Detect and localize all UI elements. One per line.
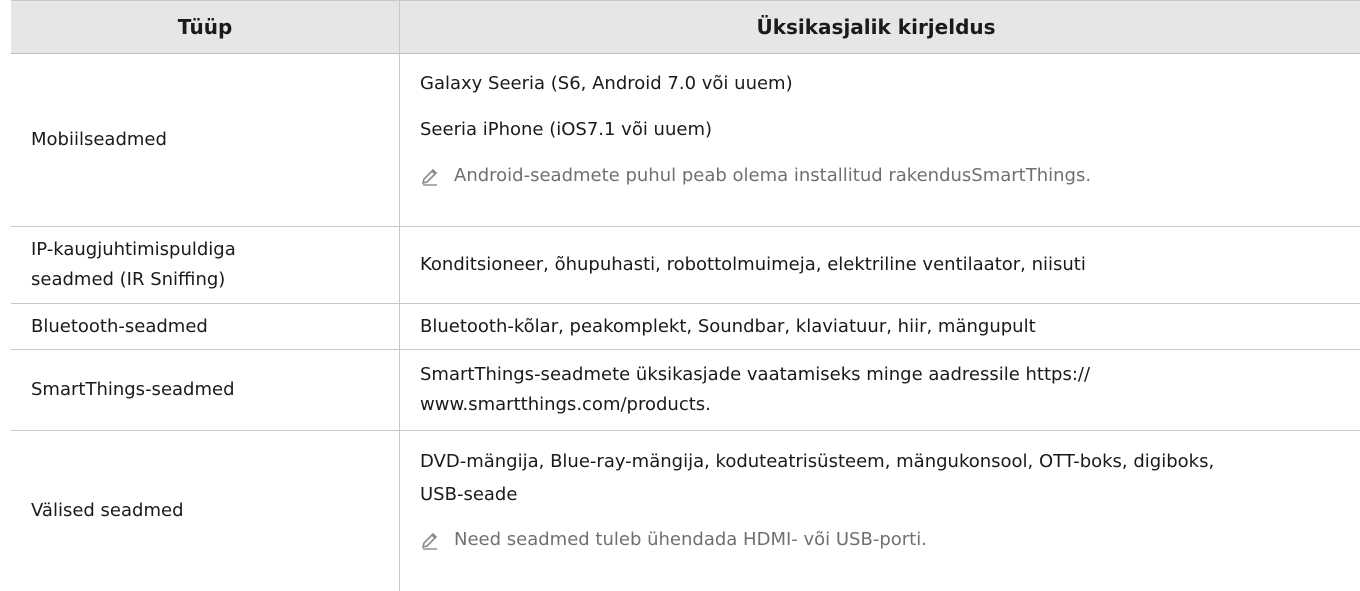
type-cell: Bluetooth-seadmed: [31, 315, 208, 337]
device-table: Tüüp Üksikasjalik kirjeldus Mobiilseadme…: [11, 0, 1360, 591]
note: Need seadmed tuleb ühendada HDMI- või US…: [420, 527, 1352, 553]
description-cell: DVD-mängija, Blue-ray-mängija, koduteatr…: [399, 431, 1360, 591]
type-cell: Mobiilseadmed: [31, 129, 167, 150]
description-line: Konditsioneer, õhupuhasti, robottolmuime…: [420, 254, 1086, 275]
description-line: Seeria iPhone (iOS7.1 või uuem): [420, 119, 713, 140]
table-row: Bluetooth-seadmed Bluetooth-kõlar, peako…: [11, 304, 1360, 350]
description-cell: Bluetooth-kõlar, peakomplekt, Soundbar, …: [399, 304, 1360, 349]
type-cell: SmartThings-seadmed: [31, 379, 235, 400]
note-text: Android-seadmete puhul peab olema instal…: [454, 165, 1092, 186]
description-cell: Konditsioneer, õhupuhasti, robottolmuime…: [399, 227, 1360, 303]
type-line: IP-kaugjuhtimispuldiga: [31, 239, 236, 260]
description-cell: SmartThings-seadmete üksikasjade vaatami…: [399, 350, 1360, 430]
description-line: Galaxy Seeria (S6, Android 7.0 või uuem): [420, 73, 793, 94]
type-line: seadmed (IR Sniffing): [31, 269, 226, 290]
table-header-row: Tüüp Üksikasjalik kirjeldus: [11, 1, 1360, 54]
table-row: IP-kaugjuhtimispuldiga seadmed (IR Sniff…: [11, 227, 1360, 304]
note: Android-seadmete puhul peab olema instal…: [420, 163, 1352, 189]
header-description: Üksikasjalik kirjeldus: [399, 1, 1360, 53]
header-type: Tüüp: [177, 15, 233, 39]
table-row: SmartThings-seadmed SmartThings-seadmete…: [11, 350, 1360, 431]
description-line: USB-seade: [420, 484, 518, 505]
pencil-note-icon: [421, 532, 438, 550]
description-line: DVD-mängija, Blue-ray-mängija, koduteatr…: [420, 451, 1215, 472]
description-line: www.smartthings.com/products.: [420, 394, 711, 415]
description-line: SmartThings-seadmete üksikasjade vaatami…: [420, 364, 1091, 385]
description-line: Bluetooth-kõlar, peakomplekt, Soundbar, …: [420, 315, 1036, 337]
pencil-note-icon: [421, 168, 438, 186]
table-row: Mobiilseadmed Galaxy Seeria (S6, Android…: [11, 54, 1360, 227]
note-text: Need seadmed tuleb ühendada HDMI- või US…: [454, 529, 927, 550]
type-cell: Välised seadmed: [31, 500, 184, 521]
table-row: Välised seadmed DVD-mängija, Blue-ray-mä…: [11, 431, 1360, 591]
type-cell: IP-kaugjuhtimispuldiga seadmed (IR Sniff…: [11, 227, 399, 303]
description-cell: Galaxy Seeria (S6, Android 7.0 või uuem)…: [399, 54, 1360, 226]
